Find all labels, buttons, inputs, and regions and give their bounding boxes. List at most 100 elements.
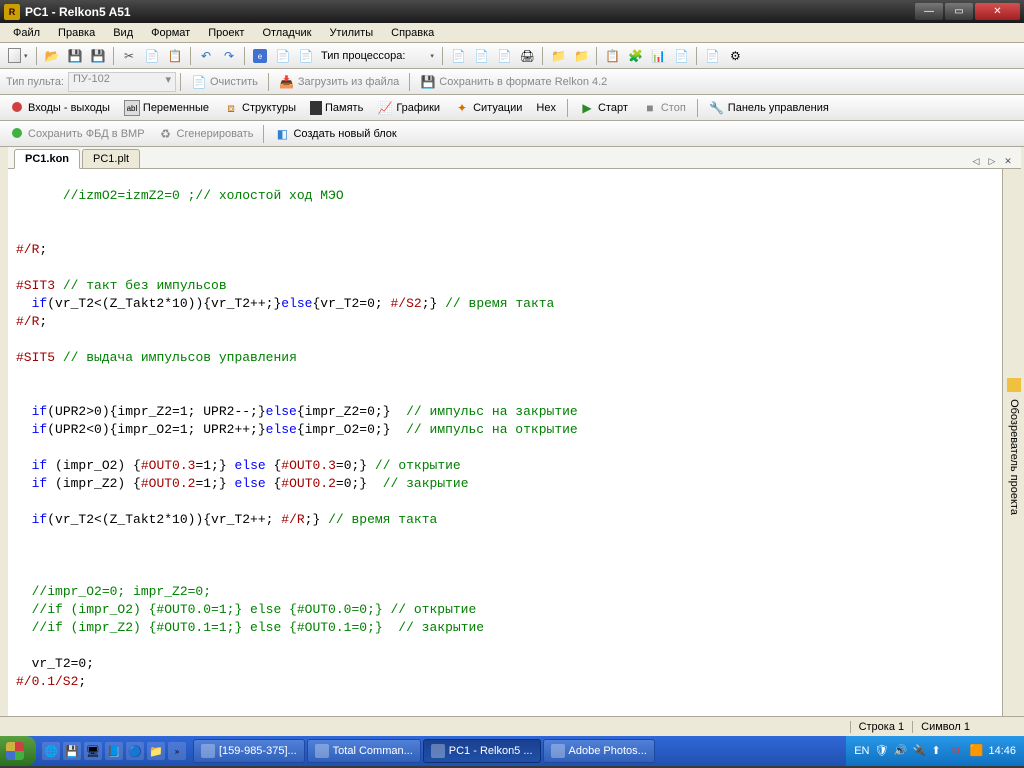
newblock-button[interactable]: ◧Создать новый блок (268, 123, 402, 145)
tray-clock[interactable]: 14:46 (988, 745, 1016, 757)
cut-button[interactable]: ✂ (118, 45, 140, 67)
menu-format[interactable]: Формат (142, 25, 199, 41)
project-explorer-tab[interactable]: Обозреватель проекта (1002, 169, 1021, 716)
code-line[interactable] (16, 439, 994, 457)
tb-btn-9[interactable]: 📊 (647, 45, 669, 67)
taskbar-item-2[interactable]: PC1 - Relkon5 ... (423, 739, 541, 763)
tb-btn-6[interactable]: 📁 (570, 45, 592, 67)
tb-btn-5[interactable]: 📁 (547, 45, 569, 67)
tray-icon-1[interactable]: 🛡 (874, 744, 888, 758)
saveall-button[interactable]: 💾 (87, 45, 109, 67)
taskbar-item-0[interactable]: [159-985-375]... (193, 739, 305, 763)
tray-icon-5[interactable]: m (950, 744, 964, 758)
hex-button[interactable]: Hex (530, 97, 562, 119)
code-line[interactable]: //impr_O2=0; impr_Z2=0; (16, 583, 994, 601)
load-file-button[interactable]: 📥Загрузить из файла (273, 71, 405, 93)
stop-button[interactable]: ■Стоп (636, 97, 692, 119)
system-tray[interactable]: EN 🛡 🔊 🔌 ⬆ m 🟧 14:46 (846, 736, 1024, 766)
tb-btn-7[interactable]: 📋 (601, 45, 623, 67)
tb-btn-1[interactable]: 📄 (447, 45, 469, 67)
code-line[interactable]: if (impr_Z2) {#OUT0.2=1;} else {#OUT0.2=… (16, 475, 994, 493)
tb-btn-2[interactable]: 📄 (470, 45, 492, 67)
code-line[interactable]: #SIT3 // такт без импульсов (16, 277, 994, 295)
vars-button[interactable]: ablПеременные (118, 97, 215, 119)
code-line[interactable]: if(vr_T2<(Z_Takt2*10)){vr_T2++;}else{vr_… (16, 295, 994, 313)
code-line[interactable] (16, 331, 994, 349)
code-line[interactable] (16, 493, 994, 511)
code-line[interactable]: if(vr_T2<(Z_Takt2*10)){vr_T2++; #/R;} //… (16, 511, 994, 529)
doc-a-button[interactable]: 📄 (272, 45, 294, 67)
code-line[interactable]: #/R; (16, 241, 994, 259)
code-line[interactable]: if(UPR2>0){impr_Z2=1; UPR2--;}else{impr_… (16, 403, 994, 421)
start-button[interactable] (0, 736, 36, 766)
open-button[interactable]: 📂 (41, 45, 63, 67)
undo-button[interactable]: ↶ (195, 45, 217, 67)
code-line[interactable]: #/0.1/S2; (16, 673, 994, 691)
code-line[interactable] (16, 385, 994, 403)
new-button[interactable] (3, 45, 25, 67)
ql-2[interactable]: 💾 (63, 742, 81, 760)
maximize-button[interactable]: ▭ (945, 3, 973, 20)
tab-pc1-kon[interactable]: PC1.kon (14, 149, 80, 169)
code-line[interactable] (16, 565, 994, 583)
tb-btn-12[interactable]: ⚙ (724, 45, 746, 67)
code-editor[interactable]: //izmO2=izmZ2=0 ;// холостой ход МЭО #/R… (8, 169, 1002, 716)
save-fbd-button[interactable]: Сохранить ФБД в BMP (3, 123, 151, 145)
menu-help[interactable]: Справка (382, 25, 443, 41)
code-line[interactable]: #/R; (16, 313, 994, 331)
menu-view[interactable]: Вид (104, 25, 142, 41)
code-line[interactable] (16, 547, 994, 565)
doc-b-button[interactable]: 📄 (295, 45, 317, 67)
tb-btn-11[interactable]: 📄 (701, 45, 723, 67)
ql-3[interactable]: 🖥 (84, 742, 102, 760)
ql-more[interactable]: » (168, 742, 186, 760)
paste-button[interactable]: 📋 (164, 45, 186, 67)
menu-edit[interactable]: Правка (49, 25, 104, 41)
menu-file[interactable]: Файл (4, 25, 49, 41)
taskbar-item-1[interactable]: Total Comman... (307, 739, 421, 763)
redo-button[interactable]: ↷ (218, 45, 240, 67)
menu-project[interactable]: Проект (199, 25, 253, 41)
structs-button[interactable]: ⧈Структуры (217, 97, 302, 119)
globe-button[interactable]: e (249, 45, 271, 67)
copy-button[interactable]: 📄 (141, 45, 163, 67)
tray-icon-3[interactable]: 🔌 (912, 744, 926, 758)
code-line[interactable] (16, 637, 994, 655)
sit-button[interactable]: ✦Ситуации (448, 97, 528, 119)
tab-close-icon[interactable]: ✕ (1001, 154, 1015, 168)
code-line[interactable]: //if (impr_Z2) {#OUT0.1=1;} else {#OUT0.… (16, 619, 994, 637)
tb-btn-4[interactable]: 🖨 (516, 45, 538, 67)
ql-1[interactable]: 🌐 (42, 742, 60, 760)
tb-btn-10[interactable]: 📄 (670, 45, 692, 67)
ql-5[interactable]: 🔵 (126, 742, 144, 760)
code-line[interactable]: //if (impr_O2) {#OUT0.0=1;} else {#OUT0.… (16, 601, 994, 619)
io-button[interactable]: Входы - выходы (3, 97, 116, 119)
panel-button[interactable]: 🔧Панель управления (703, 97, 835, 119)
code-line[interactable] (16, 223, 994, 241)
tray-icon-6[interactable]: 🟧 (969, 744, 983, 758)
code-line[interactable] (16, 529, 994, 547)
ql-6[interactable]: 📁 (147, 742, 165, 760)
save-format-button[interactable]: 💾Сохранить в формате Relkon 4.2 (414, 71, 613, 93)
tray-lang[interactable]: EN (854, 745, 869, 757)
minimize-button[interactable]: — (915, 3, 943, 20)
start-button[interactable]: ▶Старт (573, 97, 634, 119)
code-line[interactable]: vr_T2=0; (16, 655, 994, 673)
clear-button[interactable]: 📄Очистить (185, 71, 264, 93)
menu-debug[interactable]: Отладчик (253, 25, 320, 41)
tab-next-icon[interactable]: ▷ (985, 154, 999, 168)
console-combo[interactable]: ПУ-102 (68, 72, 176, 92)
charts-button[interactable]: 📈Графики (371, 97, 446, 119)
code-line[interactable] (16, 259, 994, 277)
taskbar-item-3[interactable]: Adobe Photos... (543, 739, 655, 763)
close-button[interactable]: ✕ (975, 3, 1020, 20)
code-line[interactable]: #SIT5 // выдача импульсов управления (16, 349, 994, 367)
tab-pc1-plt[interactable]: PC1.plt (82, 149, 140, 168)
tray-icon-2[interactable]: 🔊 (893, 744, 907, 758)
code-line[interactable]: if (impr_O2) {#OUT0.3=1;} else {#OUT0.3=… (16, 457, 994, 475)
regen-button[interactable]: ♻Сгенерировать (152, 123, 260, 145)
code-line[interactable]: //izmO2=izmZ2=0 ;// холостой ход МЭО (16, 187, 994, 205)
code-line[interactable]: if(UPR2<0){impr_O2=1; UPR2++;}else{impr_… (16, 421, 994, 439)
ql-4[interactable]: 📘 (105, 742, 123, 760)
tab-prev-icon[interactable]: ◁ (969, 154, 983, 168)
